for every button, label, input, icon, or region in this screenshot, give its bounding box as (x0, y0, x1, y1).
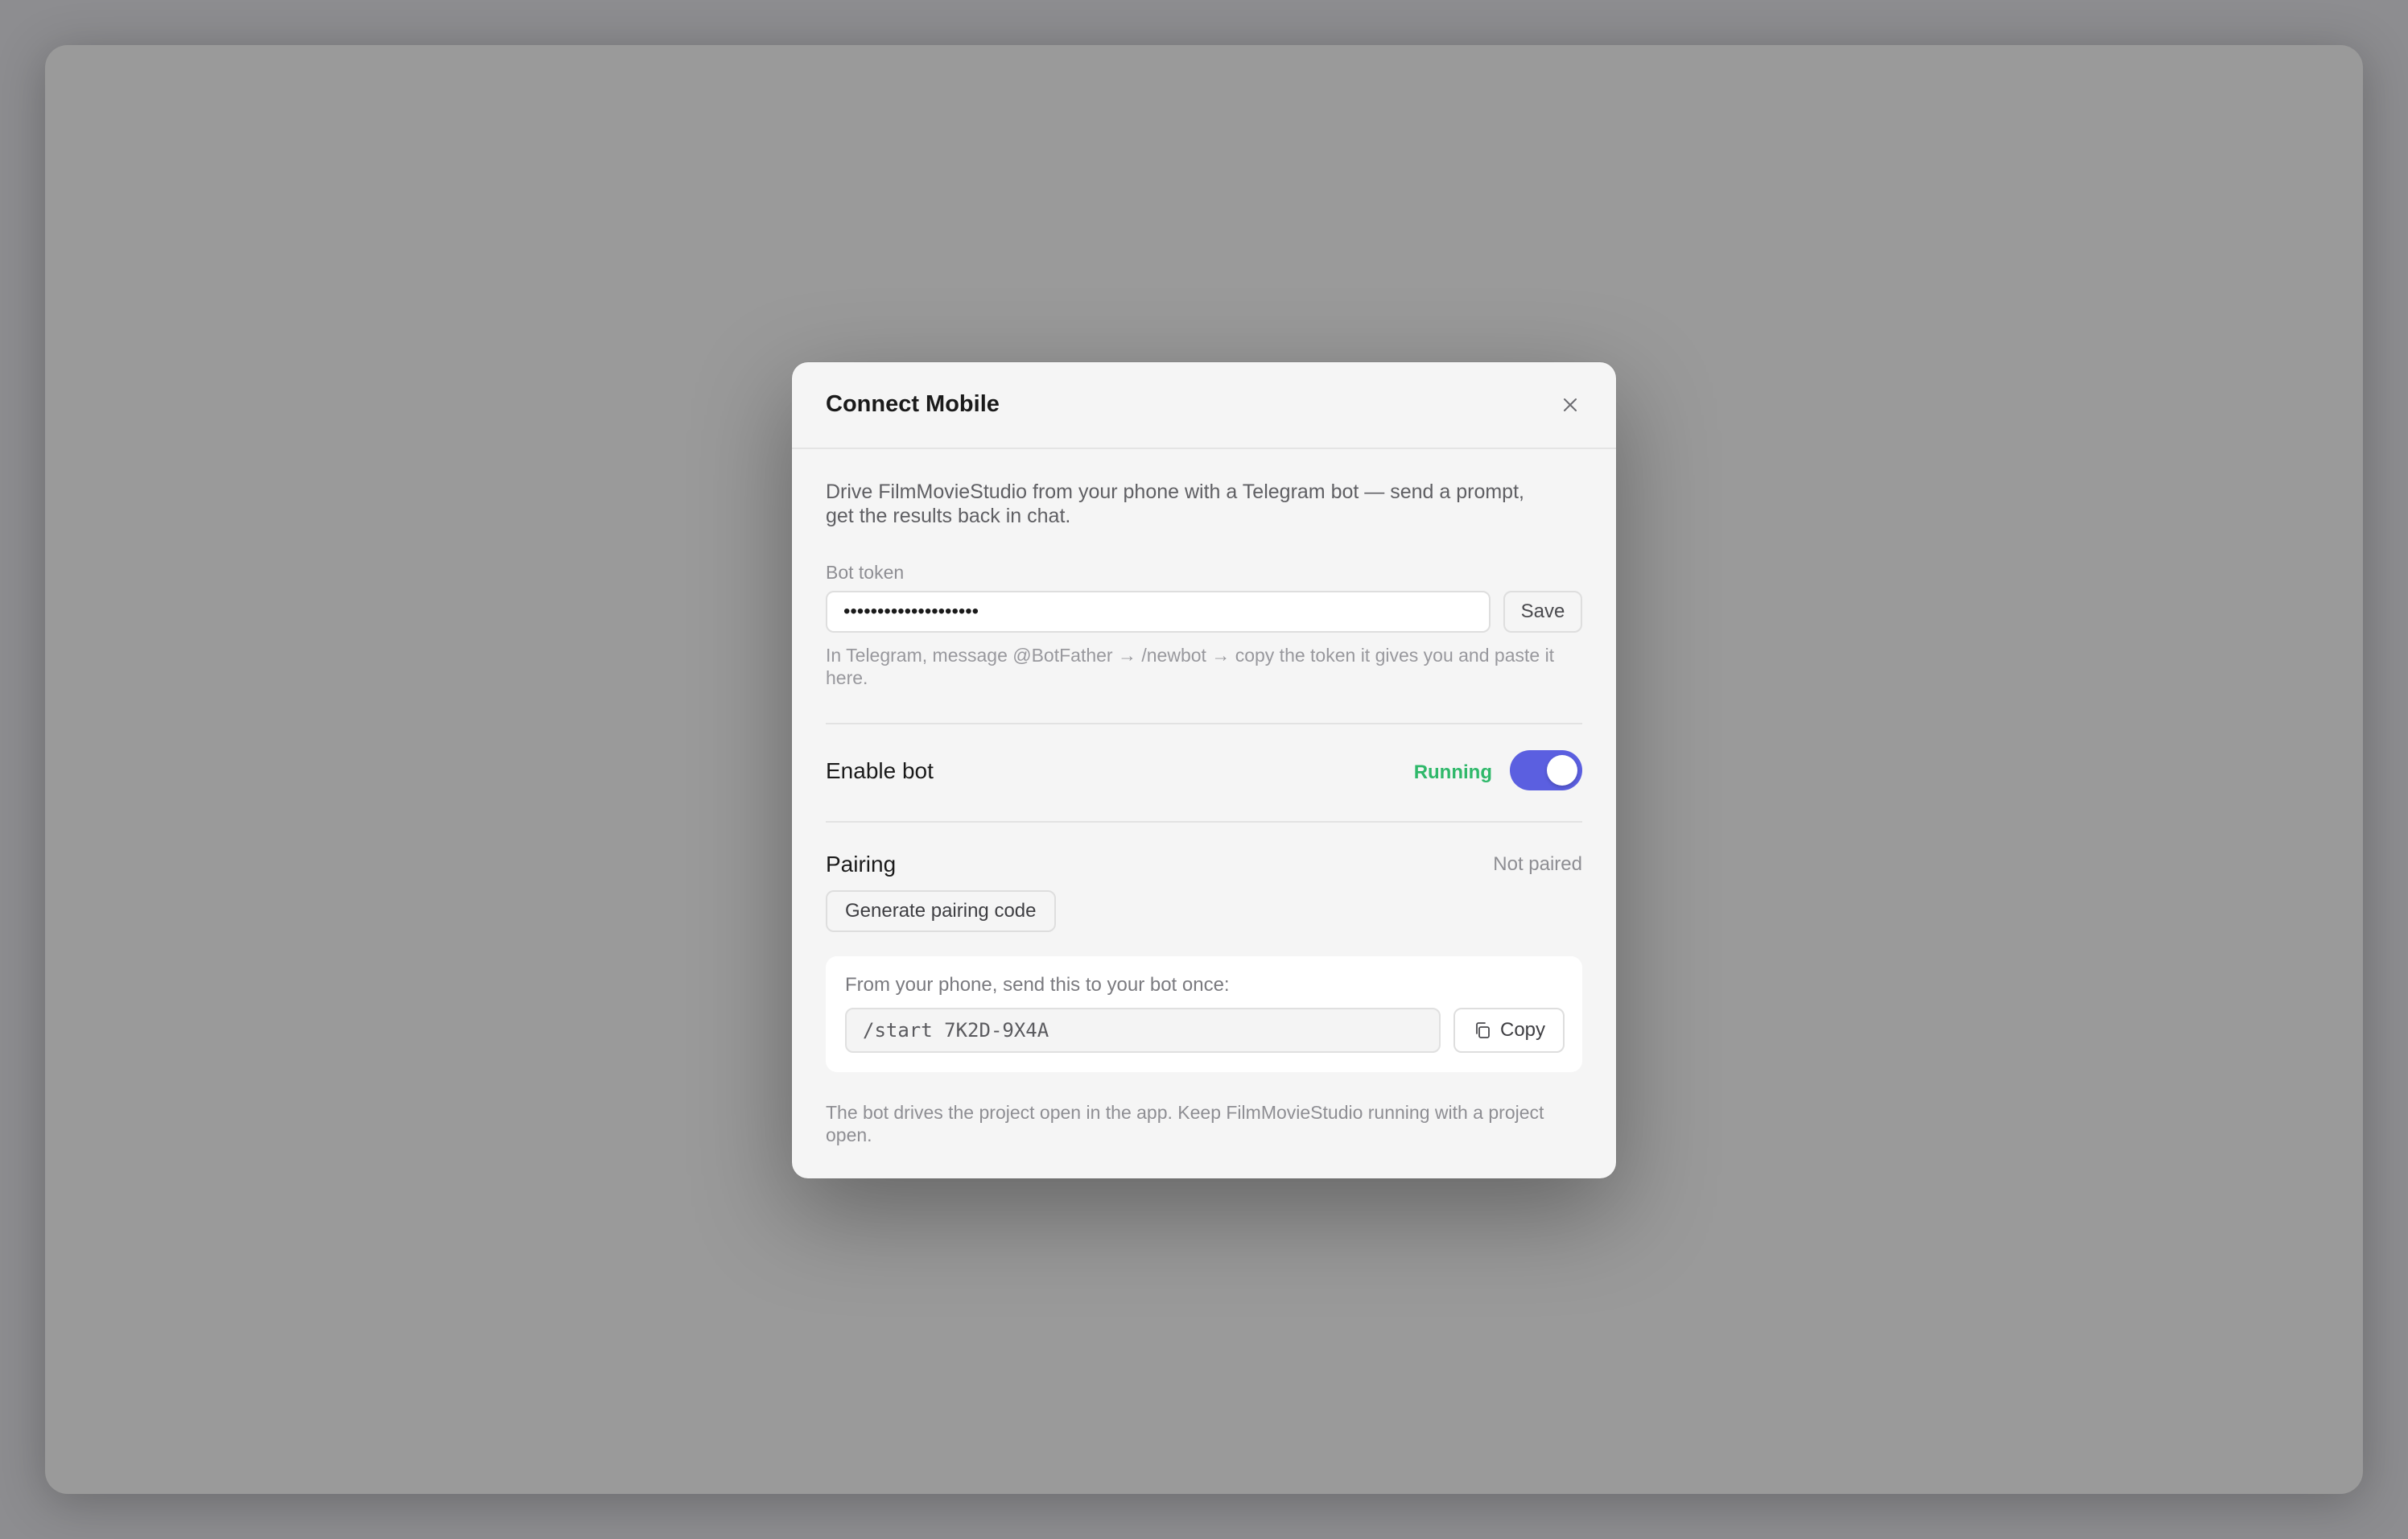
bot-token-input[interactable] (826, 591, 1491, 633)
toggle-knob (1547, 755, 1577, 786)
pairing-code-field[interactable]: /start 7K2D-9X4A (845, 1008, 1441, 1053)
pairing-code-text: /start 7K2D-9X4A (863, 1019, 1049, 1042)
copy-icon (1476, 1022, 1490, 1038)
bot-token-help: In Telegram, message @BotFather → /newbo… (826, 645, 1555, 688)
divider (826, 723, 1582, 724)
divider (826, 821, 1582, 823)
dialog-title: Connect Mobile (826, 391, 1000, 417)
connect-mobile-dialog: Connect Mobile Drive FilmMovieStudio fro… (792, 362, 1616, 1178)
footer-note: The bot drives the project open in the a… (826, 1102, 1544, 1145)
dialog-header: Connect Mobile (792, 362, 1616, 449)
generate-pairing-code-button[interactable]: Generate pairing code (826, 890, 1056, 932)
intro-text: Drive FilmMovieStudio from your phone wi… (826, 481, 1524, 527)
bot-status-badge: Running (1413, 761, 1492, 783)
pairing-instruction: From your phone, send this to your bot o… (845, 974, 1230, 996)
copy-button-label: Copy (1499, 1019, 1546, 1041)
pairing-status: Not paired (1493, 853, 1582, 875)
bot-token-label: Bot token (826, 562, 905, 583)
pairing-label: Pairing (826, 852, 897, 877)
enable-bot-label: Enable bot (826, 758, 934, 783)
close-icon (1564, 398, 1577, 411)
copy-button[interactable]: Copy (1453, 1008, 1565, 1053)
pairing-code-card: From your phone, send this to your bot o… (826, 956, 1582, 1072)
save-button[interactable]: Save (1503, 591, 1582, 633)
close-button[interactable] (1552, 386, 1589, 423)
enable-bot-toggle[interactable] (1510, 750, 1582, 790)
